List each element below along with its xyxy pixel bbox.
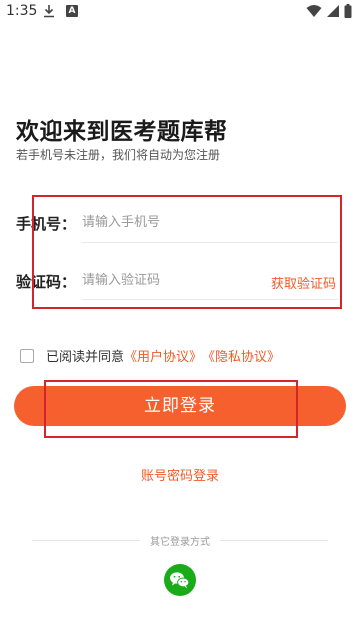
phone-label: 手机号：	[16, 215, 77, 233]
status-left-icons: A	[42, 4, 78, 18]
download-icon	[44, 5, 54, 18]
welcome-title: 欢迎来到医考题库帮	[16, 119, 228, 145]
phone-underline	[82, 242, 338, 243]
agreement-prefix: 已阅读并同意	[46, 350, 125, 365]
signal-icon	[327, 5, 339, 17]
wechat-login-button[interactable]	[164, 564, 196, 596]
a-badge-icon: A	[66, 5, 78, 17]
account-password-login-link[interactable]: 账号密码登录	[0, 465, 360, 484]
welcome-subtitle: 若手机号未注册，我们将自动为您注册	[16, 148, 221, 162]
login-button[interactable]: 立即登录	[14, 386, 346, 426]
divider-line-right	[220, 540, 328, 541]
user-agreement-link[interactable]: 《用户协议》	[124, 346, 202, 365]
other-login-divider: 其它登录方式	[32, 533, 328, 548]
status-right-icons	[306, 4, 352, 18]
battery-icon	[344, 4, 352, 18]
wechat-icon	[170, 572, 190, 589]
divider-line-left	[32, 540, 140, 541]
agreement-checkbox[interactable]	[20, 348, 34, 363]
status-bar: 1:35 A	[0, 0, 360, 24]
other-login-label: 其它登录方式	[150, 537, 210, 548]
agreement-row: 已阅读并同意 《用户协议》 《隐私协议》	[20, 346, 280, 365]
privacy-agreement-link[interactable]: 《隐私协议》	[202, 346, 280, 365]
status-time: 1:35	[6, 3, 38, 19]
phone-input[interactable]	[82, 208, 332, 236]
wifi-icon	[306, 5, 322, 17]
code-underline	[82, 299, 338, 300]
code-label: 验证码：	[16, 273, 77, 291]
verification-code-input[interactable]	[82, 266, 262, 294]
get-code-button[interactable]: 获取验证码	[271, 273, 336, 292]
